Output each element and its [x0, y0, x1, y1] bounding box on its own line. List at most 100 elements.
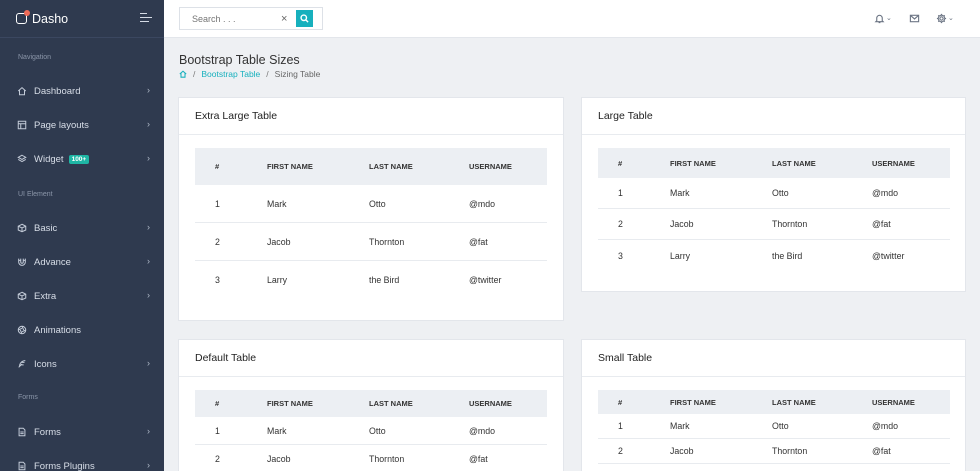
sidebar-item-advance[interactable]: Advance › — [0, 252, 164, 272]
close-icon[interactable]: × — [281, 13, 293, 25]
col-header: FIRST NAME — [267, 162, 313, 171]
feather-icon — [18, 360, 26, 368]
nav-header-ui-element: UI Element — [18, 191, 53, 198]
table-cell: 2 — [215, 453, 220, 464]
table-cell: Jacob — [670, 446, 694, 456]
chevron-right-icon: › — [147, 256, 150, 266]
logo-icon — [16, 10, 30, 24]
card-title: Small Table — [582, 340, 965, 377]
table-cell: Mark — [267, 198, 287, 209]
home-icon[interactable] — [179, 70, 187, 78]
table-cell: Otto — [369, 425, 386, 436]
chevron-right-icon: › — [147, 222, 150, 232]
gear-icon — [936, 13, 947, 23]
card-title: Default Table — [179, 340, 563, 377]
table-cell: Thornton — [772, 446, 808, 456]
table-cell: @twitter — [469, 275, 502, 285]
sidebar-item-widget[interactable]: Widget 100+ › — [0, 149, 164, 169]
search-button[interactable] — [296, 10, 313, 27]
sidebar-item-forms[interactable]: Forms › — [0, 422, 164, 442]
table-cell: Otto — [772, 421, 789, 431]
sidebar-item-label: Page layouts — [34, 119, 89, 131]
col-header: # — [618, 397, 623, 407]
col-header: USERNAME — [872, 158, 915, 168]
col-header: USERNAME — [872, 397, 915, 407]
chevron-down-icon: ⌄ — [886, 15, 892, 22]
table-row: 1 Mark Otto @mdo — [195, 417, 547, 445]
sidebar-item-animations[interactable]: Animations — [0, 320, 164, 340]
home-icon — [17, 86, 27, 96]
col-header: # — [215, 399, 220, 408]
sidebar-item-forms-plugins[interactable]: Forms Plugins › — [0, 456, 164, 471]
table-cell: the Bird — [369, 275, 400, 285]
chevron-right-icon: › — [147, 85, 150, 95]
table-cell: @mdo — [469, 198, 496, 209]
table-cell: 2 — [215, 236, 220, 247]
sidebar-item-label: Widget — [34, 153, 64, 165]
sidebar-item-label: Basic — [34, 222, 58, 234]
chevron-right-icon: › — [147, 426, 150, 436]
bell-icon — [874, 14, 885, 23]
table-header: # FIRST NAME LAST NAME USERNAME — [195, 148, 547, 185]
table-cell: Thornton — [369, 453, 405, 464]
table-cell: Thornton — [369, 236, 405, 247]
table-cell: Otto — [772, 188, 789, 198]
settings-button[interactable]: ⌄ — [936, 12, 954, 24]
table-cell: 2 — [618, 446, 623, 456]
table-header: # FIRST NAME LAST NAME USERNAME — [598, 390, 950, 414]
table-cell: @fat — [469, 236, 488, 247]
col-header: LAST NAME — [772, 158, 816, 168]
table-header: # FIRST NAME LAST NAME USERNAME — [598, 148, 950, 178]
sidebar-item-label: Dashboard — [34, 85, 81, 97]
chevron-right-icon: › — [147, 290, 150, 300]
table-cell: Mark — [670, 421, 690, 431]
sidebar-item-page-layouts[interactable]: Page layouts › — [0, 115, 164, 135]
table-row: 3 Larry the Bird @twitter — [598, 240, 950, 271]
card-large-table: Large Table # FIRST NAME LAST NAME USERN… — [581, 97, 966, 292]
menu-toggle-icon[interactable] — [140, 13, 152, 23]
nav-header-navigation: Navigation — [18, 54, 52, 61]
breadcrumb-link[interactable]: Bootstrap Table — [201, 69, 260, 79]
brand-name: Dasho — [32, 11, 69, 26]
table-cell: the Bird — [772, 250, 803, 261]
col-header: # — [618, 158, 623, 168]
count-badge: 100+ — [68, 154, 90, 164]
table-cell: 1 — [215, 198, 220, 209]
table-cell: @twitter — [872, 250, 905, 261]
table-row: 2 Jacob Thornton @fat — [598, 209, 950, 240]
sidebar-item-extra[interactable]: Extra › — [0, 286, 164, 306]
table-cell: @mdo — [469, 425, 496, 436]
table-cell: 2 — [618, 219, 623, 229]
table-row: 1 Mark Otto @mdo — [598, 414, 950, 439]
search-icon — [300, 14, 309, 23]
table-cell: Jacob — [670, 219, 694, 229]
table-cell: Jacob — [267, 236, 291, 247]
table-header: # FIRST NAME LAST NAME USERNAME — [195, 390, 547, 417]
box-icon — [17, 291, 27, 301]
sidebar-item-basic[interactable]: Basic › — [0, 218, 164, 238]
search-input[interactable] — [180, 13, 276, 24]
box-icon — [17, 223, 27, 233]
layers-icon — [17, 154, 27, 163]
notifications-button[interactable]: ⌄ — [874, 12, 892, 24]
table-cell: @mdo — [872, 421, 899, 431]
breadcrumb-current: Sizing Table — [274, 69, 321, 79]
col-header: FIRST NAME — [670, 397, 716, 407]
table-cell: 3 — [618, 250, 623, 261]
table-cell: Mark — [267, 425, 287, 436]
table-cell: 3 — [215, 275, 220, 285]
nav-header-forms: Forms — [18, 394, 38, 401]
col-header: USERNAME — [469, 162, 512, 171]
table-cell: Larry — [267, 275, 288, 285]
sidebar-item-dashboard[interactable]: Dashboard › — [0, 81, 164, 101]
file-icon — [18, 461, 26, 471]
sidebar-item-label: Forms Plugins — [34, 460, 95, 471]
table-cell: Larry — [670, 250, 691, 261]
topbar: × ⌄ ⌄ — [164, 0, 980, 38]
messages-button[interactable] — [909, 12, 920, 24]
sidebar-item-label: Extra — [34, 290, 57, 302]
default-table: # FIRST NAME LAST NAME USERNAME 1 Mark O… — [195, 390, 547, 471]
sidebar-item-icons[interactable]: Icons › — [0, 354, 164, 374]
search-box: × — [179, 7, 323, 30]
col-header: # — [215, 162, 220, 171]
